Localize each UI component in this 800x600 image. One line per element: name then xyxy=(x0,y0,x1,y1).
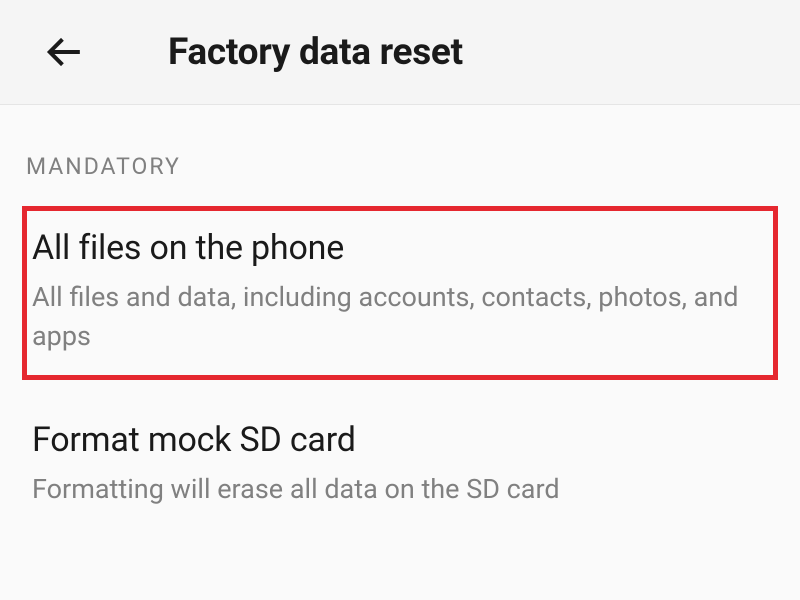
option-description: All files and data, including accounts, … xyxy=(32,278,768,356)
section-label: MANDATORY xyxy=(22,105,778,206)
content-area: MANDATORY All files on the phone All fil… xyxy=(0,105,800,533)
back-button[interactable] xyxy=(40,28,88,76)
app-header: Factory data reset xyxy=(0,0,800,105)
option-description: Formatting will erase all data on the SD… xyxy=(32,470,768,509)
option-all-files[interactable]: All files on the phone All files and dat… xyxy=(22,206,778,380)
option-format-sd[interactable]: Format mock SD card Formatting will eras… xyxy=(22,398,778,533)
page-title: Factory data reset xyxy=(168,31,463,74)
arrow-left-icon xyxy=(45,33,83,71)
option-title: Format mock SD card xyxy=(32,420,768,460)
option-title: All files on the phone xyxy=(32,228,768,268)
